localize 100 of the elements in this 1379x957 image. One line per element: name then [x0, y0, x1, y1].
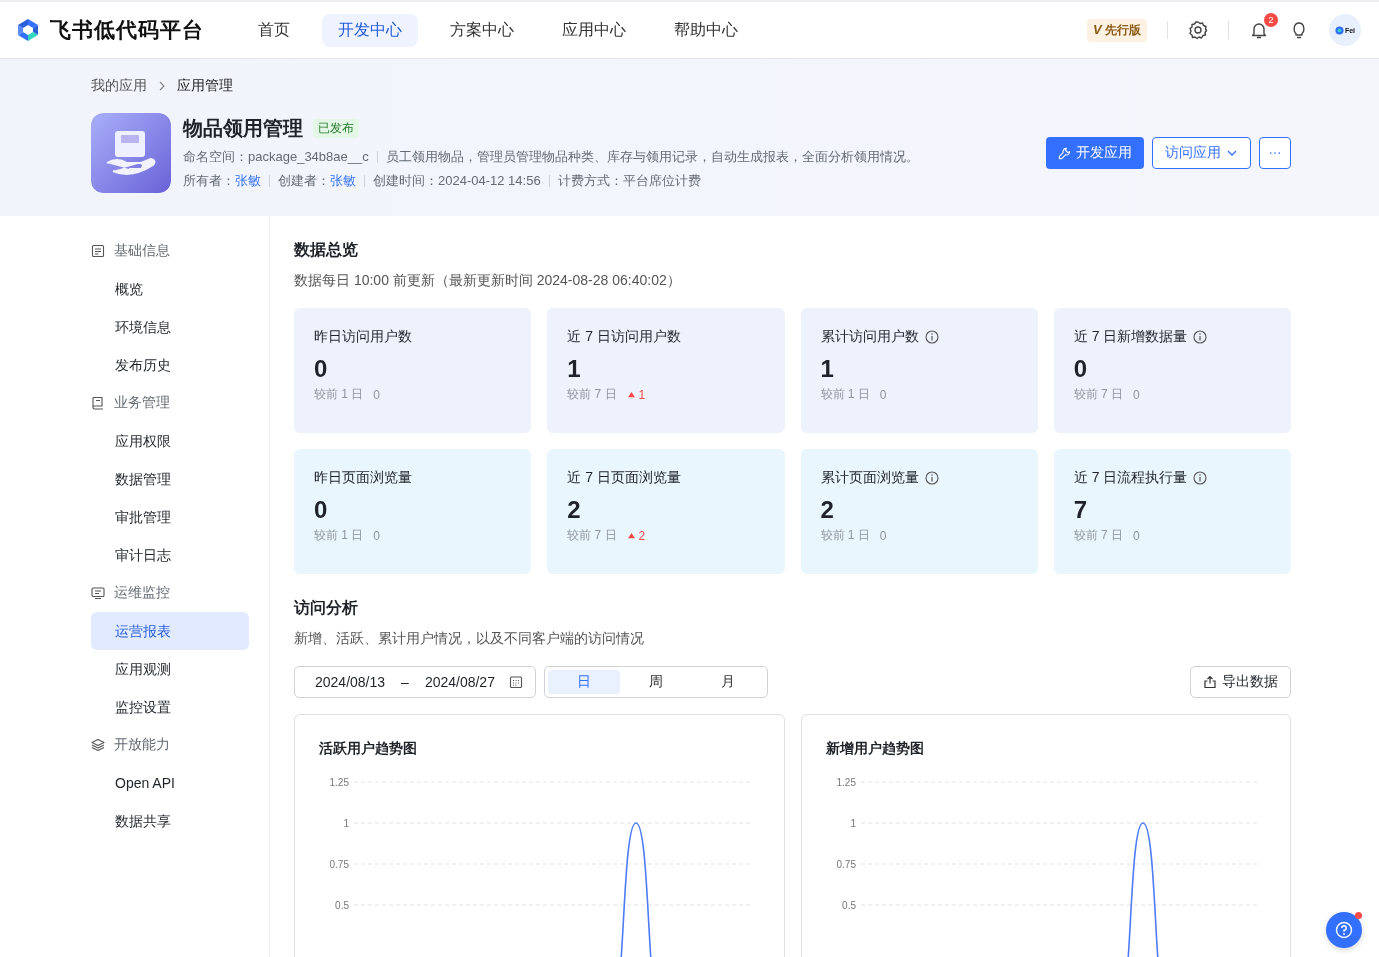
y-axis-label: 0.75	[836, 859, 856, 870]
creator-label: 创建者：	[278, 172, 330, 190]
info-icon[interactable]	[924, 330, 939, 344]
sidebar-item[interactable]: 数据共享	[91, 802, 249, 840]
nav-tab[interactable]: 首页	[242, 13, 306, 47]
change-value: 0	[373, 528, 381, 543]
stat-value: 1	[567, 355, 582, 383]
visit-app-button[interactable]: 访问应用	[1152, 137, 1251, 169]
compare-label: 较前 7 日	[567, 527, 617, 544]
stat-label: 昨日访问用户数	[314, 328, 412, 346]
document-icon	[91, 244, 105, 258]
compare-label: 较前 1 日	[820, 527, 870, 544]
export-icon	[1203, 675, 1217, 689]
breadcrumb-link[interactable]: 我的应用	[91, 77, 147, 95]
stat-label: 累计页面浏览量	[820, 469, 919, 487]
notification-count: 2	[1264, 13, 1278, 27]
change-value: 0	[879, 528, 887, 543]
namespace-text: 命名空间：package_34b8ae__c	[183, 148, 369, 166]
period-tab[interactable]: 月	[691, 670, 764, 694]
change-value: 0	[879, 387, 887, 402]
sidebar-item[interactable]: 发布历史	[91, 346, 249, 384]
stat-value: 2	[567, 496, 582, 524]
book-icon	[91, 396, 105, 410]
edition-badge[interactable]: V 先行版	[1087, 18, 1147, 42]
sidebar-item[interactable]: 环境信息	[91, 308, 249, 346]
compare-label: 较前 1 日	[314, 527, 364, 544]
y-axis-label: 1	[849, 818, 856, 829]
sidebar-item[interactable]: 概览	[91, 270, 249, 308]
billing-text: 计费方式：平台席位计费	[557, 172, 701, 190]
y-axis-label: 1.25	[836, 777, 856, 788]
sidebar-group[interactable]: 基础信息	[91, 232, 249, 270]
sidebar-item[interactable]: 应用权限	[91, 422, 249, 460]
y-axis-label: 0.5	[335, 900, 349, 911]
y-axis-label: 1	[343, 818, 349, 829]
stat-value: 0	[314, 496, 329, 524]
info-icon[interactable]	[1193, 330, 1208, 344]
sidebar-group[interactable]: 开放能力	[91, 726, 249, 764]
calendar-icon	[508, 675, 523, 689]
stat-label: 昨日页面浏览量	[314, 469, 412, 487]
layers-icon	[91, 738, 105, 752]
app-description: 员工领用物品，管理员管理物品种类、库存与领用记录，自动生成报表，全面分析领用情况。	[385, 148, 919, 166]
sidebar-item[interactable]: Open API	[91, 764, 249, 802]
compare-label: 较前 7 日	[1073, 527, 1124, 544]
monitor-icon	[91, 586, 105, 600]
y-axis-label: 1.25	[329, 777, 349, 788]
status-tag: 已发布	[313, 119, 359, 138]
brand-name: 飞书低代码平台	[50, 17, 204, 43]
notification-icon[interactable]	[1249, 20, 1269, 40]
creator-link[interactable]: 张敏	[330, 172, 356, 190]
info-icon[interactable]	[924, 471, 939, 485]
export-button[interactable]: 导出数据	[1190, 666, 1291, 698]
section-subtitle: 数据每日 10:00 前更新（最新更新时间 2024-08-28 06:40:02）	[294, 272, 682, 290]
compare-label: 较前 7 日	[1073, 386, 1124, 403]
owner-link[interactable]: 张敏	[235, 172, 261, 190]
owner-label: 所有者：	[183, 172, 235, 190]
more-button[interactable]	[1259, 137, 1291, 169]
chevron-right-icon	[157, 81, 167, 91]
sidebar-group[interactable]: 业务管理	[91, 384, 249, 422]
more-icon	[1269, 151, 1281, 155]
sidebar-item[interactable]: 应用观测	[91, 650, 249, 688]
date-range-picker[interactable]: 2024/08/13 – 2024/08/27	[294, 666, 536, 698]
app-name: 物品领用管理	[183, 116, 303, 141]
info-icon[interactable]	[1193, 471, 1208, 485]
app-icon	[91, 113, 171, 193]
sidebar-item[interactable]: 监控设置	[91, 688, 249, 726]
nav-tab[interactable]: 应用中心	[546, 13, 642, 47]
period-tab[interactable]: 周	[619, 670, 692, 694]
wrench-icon	[1058, 146, 1071, 160]
stat-value: 0	[1073, 355, 1089, 383]
sidebar-item[interactable]: 审批管理	[91, 498, 249, 536]
chart-title: 新增用户趋势图	[824, 739, 925, 758]
settings-icon[interactable]	[1188, 20, 1208, 40]
y-axis-label: 0.75	[329, 859, 349, 870]
change-value: 0	[1133, 528, 1140, 543]
stat-label: 近 7 日新增数据量	[1073, 328, 1188, 346]
sidebar-item[interactable]: 运营报表	[91, 612, 249, 650]
develop-app-button[interactable]: 开发应用	[1046, 137, 1144, 169]
nav-tab[interactable]: 开发中心	[322, 13, 418, 47]
section-title: 数据总览	[294, 240, 359, 260]
change-value: 0	[1133, 387, 1140, 402]
stat-label: 近 7 日流程执行量	[1073, 469, 1188, 487]
chart-title: 活跃用户趋势图	[318, 739, 418, 758]
compare-label: 较前 1 日	[314, 386, 364, 403]
stat-label: 累计访问用户数	[820, 328, 919, 346]
stat-label: 近 7 日访问用户数	[567, 328, 681, 346]
help-icon	[1334, 920, 1354, 940]
change-value: 1	[638, 387, 646, 402]
change-value: 0	[373, 387, 381, 402]
compare-label: 较前 7 日	[567, 386, 617, 403]
nav-tab[interactable]: 帮助中心	[658, 13, 754, 47]
created-time: 创建时间：2024-04-12 14:56	[373, 172, 541, 190]
sidebar-item[interactable]: 数据管理	[91, 460, 249, 498]
breadcrumb-current: 应用管理	[177, 77, 233, 95]
nav-tab[interactable]: 方案中心	[434, 13, 530, 47]
sidebar-item[interactable]: 审计日志	[91, 536, 249, 574]
sidebar-group[interactable]: 运维监控	[91, 574, 249, 612]
stat-label: 近 7 日页面浏览量	[567, 469, 681, 487]
help-button[interactable]	[1326, 912, 1362, 948]
stat-value: 1	[820, 355, 835, 383]
period-tab[interactable]: 日	[547, 670, 620, 694]
